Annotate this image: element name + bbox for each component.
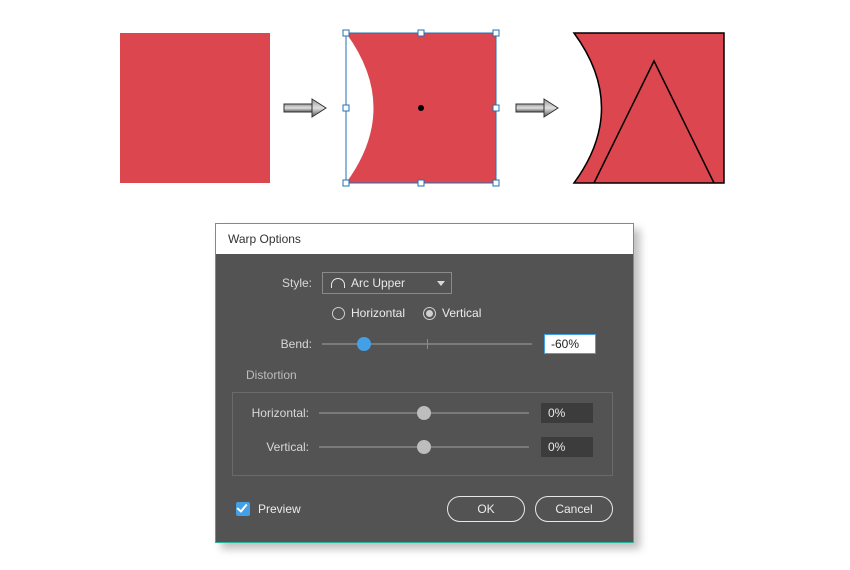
ok-button[interactable]: OK [447, 496, 525, 522]
orientation-vertical-label: Vertical [442, 306, 481, 320]
dialog-title-text: Warp Options [228, 232, 301, 246]
style-select[interactable]: Arc Upper [322, 272, 452, 294]
illus-square-warped-selected [340, 27, 502, 189]
arc-upper-icon [331, 278, 345, 288]
style-select-value: Arc Upper [351, 276, 405, 290]
orientation-horizontal-radio[interactable]: Horizontal [332, 306, 405, 320]
style-label: Style: [236, 276, 322, 290]
dialog-body: Style: Arc Upper Horizontal Vertical Ben… [216, 254, 633, 542]
distortion-h-slider[interactable] [319, 405, 529, 421]
warp-illustration [120, 20, 740, 195]
distortion-h-value-input[interactable]: 0% [541, 403, 593, 423]
cancel-button[interactable]: Cancel [535, 496, 613, 522]
preview-checkbox[interactable]: Preview [236, 502, 301, 516]
bend-slider[interactable] [322, 336, 532, 352]
distortion-v-slider[interactable] [319, 439, 529, 455]
dialog-title: Warp Options [216, 224, 633, 254]
distortion-v-value-input[interactable]: 0% [541, 437, 593, 457]
radio-icon [423, 307, 436, 320]
orientation-horizontal-label: Horizontal [351, 306, 405, 320]
distortion-group-label: Distortion [246, 368, 613, 382]
distortion-h-label: Horizontal: [233, 406, 319, 420]
bend-value-input[interactable]: -60% [544, 334, 596, 354]
preview-label: Preview [258, 502, 301, 516]
distortion-group: Horizontal: 0% Vertical: 0% [232, 392, 613, 476]
distortion-v-label: Vertical: [233, 440, 319, 454]
bend-label: Bend: [236, 337, 322, 351]
chevron-down-icon [437, 281, 445, 286]
illus-square-original [120, 33, 270, 183]
orientation-vertical-radio[interactable]: Vertical [423, 306, 481, 320]
illus-square-warped-outlines [572, 31, 726, 185]
arrow-right-icon [514, 97, 560, 119]
arrow-right-icon [282, 97, 328, 119]
radio-icon [332, 307, 345, 320]
checkbox-checked-icon [236, 502, 250, 516]
warp-options-dialog: Warp Options Style: Arc Upper Horizontal… [215, 223, 634, 543]
